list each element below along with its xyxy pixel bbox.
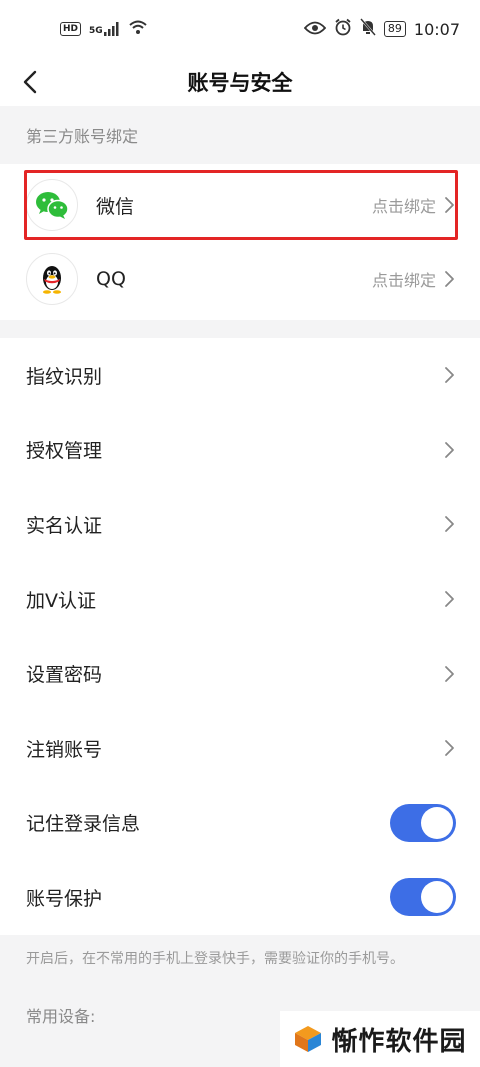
menu-item-label: 实名认证 — [26, 514, 103, 537]
menu-item-label: 指纹识别 — [26, 365, 103, 388]
remember-login-toggle[interactable] — [390, 803, 456, 842]
back-button[interactable] — [14, 66, 46, 98]
qq-penguin-icon — [26, 253, 78, 305]
nav-bar: 账号与安全 — [0, 58, 480, 106]
section-divider — [0, 320, 480, 338]
eye-icon — [303, 20, 327, 39]
settings-list: 指纹识别 授权管理 实名认证 加V认证 设置密码 注销账号 记住登录信息 账号保… — [0, 338, 480, 935]
watermark-logo-icon — [295, 1026, 322, 1052]
protection-hint: 开启后，在不常用的手机上登录快手，需要验证你的手机号。 — [0, 934, 480, 985]
signal-icon: 5G — [89, 22, 120, 36]
menu-item-set-password[interactable]: 设置密码 — [0, 636, 480, 711]
chevron-right-icon — [445, 367, 454, 384]
menu-item-fingerprint[interactable]: 指纹识别 — [0, 338, 480, 413]
menu-item-v-verification[interactable]: 加V认证 — [0, 562, 480, 637]
bind-row-wechat[interactable]: 微信 点击绑定 — [0, 168, 480, 242]
chevron-right-icon — [445, 665, 454, 682]
menu-item-label: 注销账号 — [26, 738, 103, 761]
menu-item-label: 加V认证 — [26, 589, 96, 612]
wechat-icon — [26, 179, 78, 231]
chevron-right-icon — [445, 441, 454, 458]
menu-item-label: 授权管理 — [26, 440, 103, 463]
menu-item-label: 设置密码 — [26, 664, 103, 687]
wifi-icon — [128, 19, 148, 39]
status-bar-left: HD 5G — [60, 19, 148, 39]
status-bar-right: 89 10:07 — [303, 18, 460, 40]
third-party-list: 微信 点击绑定 QQ 点击绑定 — [0, 164, 480, 320]
watermark: 惭怍软件园 — [280, 1011, 480, 1067]
bind-row-qq[interactable]: QQ 点击绑定 — [0, 242, 480, 316]
clock: 10:07 — [413, 19, 460, 39]
bind-action-qq: 点击绑定 — [371, 271, 436, 290]
toggle-label: 账号保护 — [26, 887, 103, 910]
toggle-row-account-protection: 账号保护 — [0, 860, 480, 935]
chevron-left-icon — [23, 70, 37, 94]
bind-name-wechat: 微信 — [96, 195, 135, 218]
toggle-knob — [421, 881, 453, 914]
hd-badge: HD — [60, 22, 82, 36]
menu-item-cancel-account[interactable]: 注销账号 — [0, 711, 480, 786]
bind-name-qq: QQ — [96, 268, 126, 290]
signal-label: 5G — [89, 26, 103, 36]
battery-indicator: 89 — [383, 21, 406, 37]
menu-item-real-name[interactable]: 实名认证 — [0, 487, 480, 562]
bind-action-wechat: 点击绑定 — [371, 197, 436, 216]
toggle-knob — [421, 806, 453, 839]
chevron-right-icon — [445, 197, 454, 213]
status-bar: HD 5G 89 10:07 — [0, 0, 480, 58]
chevron-right-icon — [445, 271, 454, 287]
chevron-right-icon — [445, 591, 454, 607]
mute-bell-icon — [359, 18, 376, 40]
page-title: 账号与安全 — [187, 71, 293, 95]
toggle-label: 记住登录信息 — [26, 813, 141, 836]
toggle-row-remember-login: 记住登录信息 — [0, 786, 480, 861]
chevron-right-icon — [445, 516, 454, 533]
alarm-icon — [334, 18, 352, 40]
watermark-text: 惭怍软件园 — [331, 1026, 467, 1057]
account-protection-toggle[interactable] — [390, 878, 456, 917]
menu-item-authorization[interactable]: 授权管理 — [0, 413, 480, 488]
chevron-right-icon — [445, 740, 454, 757]
third-party-section-title: 第三方账号绑定 — [0, 106, 480, 164]
